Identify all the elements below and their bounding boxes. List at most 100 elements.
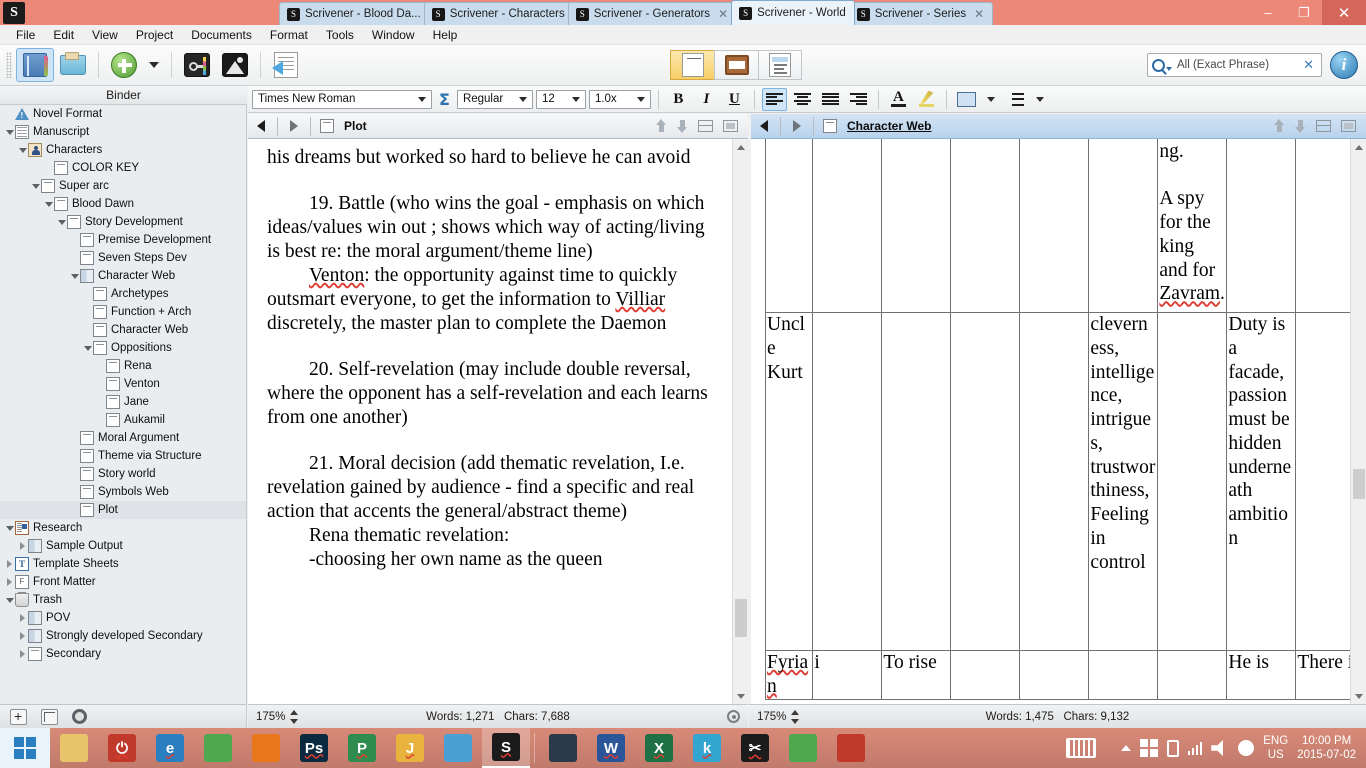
close-icon[interactable]: ✕ xyxy=(718,7,728,21)
binder-item-manuscript[interactable]: Manuscript xyxy=(0,123,246,141)
table-cell[interactable] xyxy=(1295,312,1350,651)
binder-item-template-sheets[interactable]: T Template Sheets xyxy=(0,555,246,573)
binder-tree[interactable]: Novel Format Manuscript Characters COLOR KE… xyxy=(0,105,247,704)
split-vertical-icon[interactable] xyxy=(723,120,738,132)
twisty-closed[interactable] xyxy=(17,614,28,622)
window-tab-4[interactable]: S Scrivener - Series ✕ xyxy=(848,2,994,25)
table-cell[interactable]: Duty is a facade, passion must be hidden… xyxy=(1226,312,1297,651)
window-tab-strip[interactable]: S Scrivener - Blood Da... ✕ S Scrivener - Ch… xyxy=(279,0,994,25)
window-tab-0[interactable]: SScrivener - Blood Da...✕ xyxy=(279,2,430,25)
taskbar-item-photoshop[interactable]: Ps xyxy=(290,728,338,768)
twisty-open[interactable] xyxy=(4,526,15,531)
clock[interactable]: 10:00 PM 2015-07-02 xyxy=(1297,734,1360,762)
taskbar-item-terminal[interactable] xyxy=(539,728,587,768)
table-cell[interactable] xyxy=(1088,139,1159,313)
restore-button[interactable]: ❐ xyxy=(1286,0,1322,25)
taskbar-item-file-explorer[interactable] xyxy=(50,728,98,768)
binder-item-symbols-web[interactable]: Symbols Web xyxy=(0,483,246,501)
twisty-open[interactable] xyxy=(17,148,28,153)
table-cell[interactable]: Uncle Kurt xyxy=(764,312,814,651)
keyboard-icon[interactable] xyxy=(1065,738,1096,758)
taskbar-item-publisher[interactable]: P xyxy=(338,728,386,768)
align-center-button[interactable] xyxy=(790,88,815,111)
twisty-open[interactable] xyxy=(4,130,15,135)
window-tab-3[interactable]: SScrivener - World✕ xyxy=(731,0,855,25)
align-left-button[interactable] xyxy=(761,87,787,111)
left-editor-body[interactable]: he's worked for has led him to the death… xyxy=(248,139,732,704)
right-editor-body[interactable]: smuggling.A spy for the king and for Zav… xyxy=(751,139,1350,704)
taskbar-item-excel[interactable]: X xyxy=(635,728,683,768)
binder-item-venton[interactable]: Venton xyxy=(0,375,246,393)
outliner-view-button[interactable] xyxy=(758,50,802,80)
close-icon[interactable]: ✕ xyxy=(974,7,984,21)
twisty-open[interactable] xyxy=(4,598,15,603)
move-down-icon[interactable] xyxy=(677,119,688,133)
binder-item-character-web[interactable]: Character Web xyxy=(0,321,246,339)
table-cell[interactable]: cleverness, intelligence, intrigues, tru… xyxy=(1088,312,1159,651)
binder-item-oppositions[interactable]: Oppositions xyxy=(0,339,246,357)
twisty-open[interactable] xyxy=(43,202,54,207)
forward-arrow-icon[interactable] xyxy=(784,114,810,139)
binder-item-color-key[interactable]: COLOR KEY xyxy=(0,159,246,177)
taskbar-item-power-shutdown[interactable]: ⏻ xyxy=(98,728,146,768)
twisty-closed[interactable] xyxy=(4,560,15,568)
target-icon[interactable] xyxy=(727,710,740,723)
move-up-icon[interactable] xyxy=(1274,119,1285,133)
scroll-down-arrow[interactable] xyxy=(1351,688,1366,704)
twisty-open[interactable] xyxy=(69,274,80,279)
table-button[interactable] xyxy=(954,88,979,111)
binder-item-trash[interactable]: Trash xyxy=(0,591,246,609)
taskbar-item-scrivener[interactable]: S xyxy=(482,728,530,768)
table-cell[interactable] xyxy=(812,312,883,651)
table-cell[interactable]: To rise xyxy=(881,650,952,700)
corkboard-view-button[interactable] xyxy=(714,50,758,80)
document-view-button[interactable] xyxy=(670,50,714,80)
taskbar-item-scissors-tool[interactable]: ✂ xyxy=(731,728,779,768)
menu-item-edit[interactable]: Edit xyxy=(45,26,82,44)
binder-item-pov[interactable]: POV xyxy=(0,609,246,627)
binder-item-sample-output[interactable]: Sample Output xyxy=(0,537,246,555)
twisty-open[interactable] xyxy=(82,346,93,351)
table-cell[interactable] xyxy=(1019,650,1090,700)
table-cell[interactable] xyxy=(1157,312,1228,651)
table-cell[interactable] xyxy=(950,139,1021,313)
menu-item-view[interactable]: View xyxy=(84,26,126,44)
chevron-up-icon[interactable] xyxy=(1120,745,1131,751)
taskbar-item-sandbox-3d[interactable] xyxy=(434,728,482,768)
scroll-up-arrow[interactable] xyxy=(733,139,749,155)
taskbar-item-google-chrome[interactable] xyxy=(194,728,242,768)
menu-item-window[interactable]: Window xyxy=(364,26,423,44)
binder-item-character-web[interactable]: Character Web xyxy=(0,267,246,285)
taskbar-item-kindle[interactable]: k xyxy=(683,728,731,768)
collections-button[interactable] xyxy=(54,48,92,82)
binder-item-premise-development[interactable]: Premise Development xyxy=(0,231,246,249)
font-color-button[interactable]: A xyxy=(886,88,911,111)
twisty-closed[interactable] xyxy=(4,578,15,586)
minimize-button[interactable]: – xyxy=(1250,0,1286,25)
list-button[interactable] xyxy=(1003,88,1028,111)
binder-item-archetypes[interactable]: Archetypes xyxy=(0,285,246,303)
table-cell[interactable]: smuggling.A spy for the king and for Zav… xyxy=(1157,139,1228,313)
binder-item-blood-dawn[interactable]: Blood Dawn xyxy=(0,195,246,213)
table-cell[interactable] xyxy=(1157,650,1228,700)
back-arrow-icon[interactable] xyxy=(248,114,274,139)
table-cell[interactable] xyxy=(764,139,814,313)
media-button[interactable] xyxy=(216,48,254,82)
font-size-select[interactable]: 12 xyxy=(535,89,586,109)
bold-button[interactable]: B xyxy=(666,88,691,111)
binder-item-strongly-developed-secondary[interactable]: Strongly developed Secondary xyxy=(0,627,246,645)
table-cell[interactable] xyxy=(881,312,952,651)
binder-item-moral-argument[interactable]: Moral Argument xyxy=(0,429,246,447)
binder-item-plot[interactable]: Plot xyxy=(0,501,246,519)
binder-item-super-arc[interactable]: Super arc xyxy=(0,177,246,195)
close-button[interactable]: ✕ xyxy=(1322,0,1366,25)
taskbar-item-word[interactable]: W xyxy=(587,728,635,768)
binder-item-story-world[interactable]: Story world xyxy=(0,465,246,483)
compile-button[interactable] xyxy=(267,48,305,82)
toolbar-grip[interactable] xyxy=(6,52,12,78)
speaker-icon[interactable] xyxy=(1211,739,1223,757)
italic-button[interactable]: I xyxy=(694,88,719,111)
windows-flag-icon[interactable] xyxy=(1139,739,1158,757)
move-down-icon[interactable] xyxy=(1295,119,1306,133)
line-spacing-select[interactable]: 1.0x xyxy=(588,89,651,109)
